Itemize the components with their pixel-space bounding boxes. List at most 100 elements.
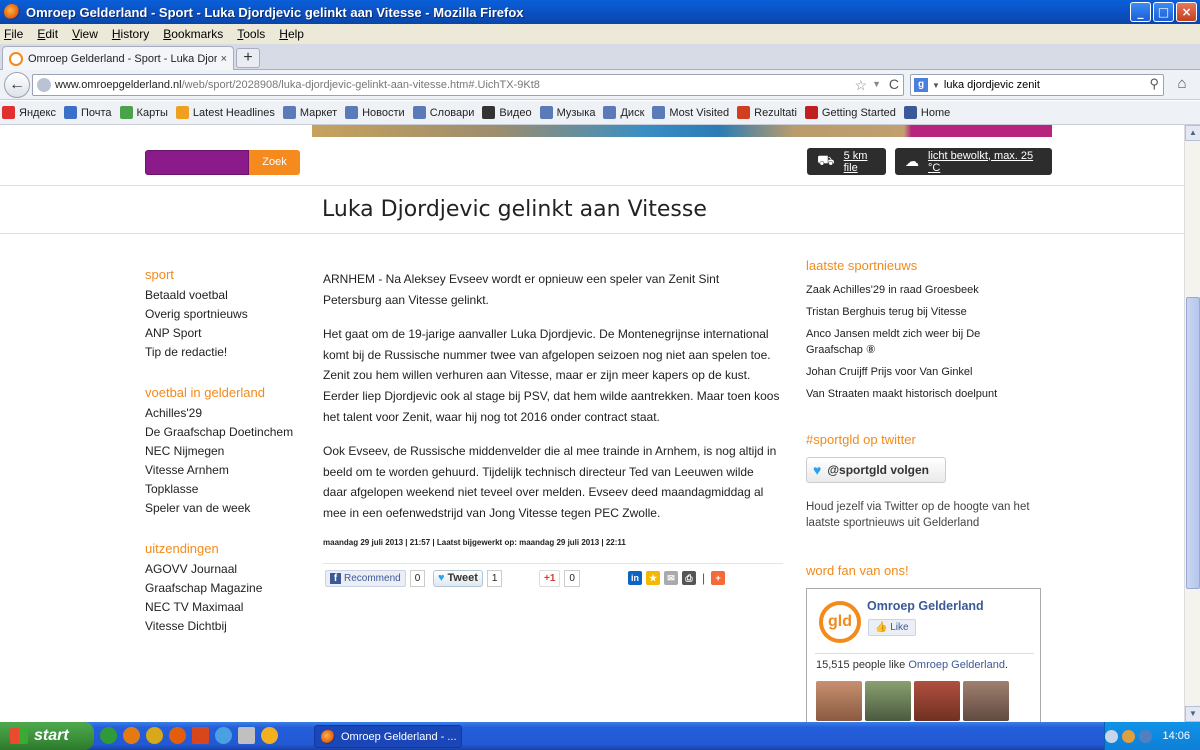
- home-icon[interactable]: ⌂: [1172, 75, 1192, 95]
- nav-item-topklasse[interactable]: Topklasse: [145, 482, 310, 496]
- news-link[interactable]: Tristan Berghuis terug bij Vitesse: [806, 304, 1026, 320]
- traffic-badge[interactable]: ⛟ 5 km file: [807, 148, 886, 175]
- taskbar-firefox-window[interactable]: Omroep Gelderland - ...: [314, 725, 462, 748]
- favorite-icon[interactable]: ★: [646, 571, 660, 585]
- nav-item-anp-sport[interactable]: ANP Sport: [145, 326, 310, 340]
- nav-item-graafschap-magazine[interactable]: Graafschap Magazine: [145, 581, 310, 595]
- tab-omroep-gelderland[interactable]: Omroep Gelderland - Sport - Luka Djordje…: [2, 46, 234, 70]
- print-icon[interactable]: ⎙: [682, 571, 696, 585]
- avatar[interactable]: [865, 681, 911, 721]
- email-icon[interactable]: ✉: [664, 571, 678, 585]
- site-search-button[interactable]: Zoek: [249, 150, 300, 175]
- menu-view[interactable]: View: [72, 27, 98, 41]
- article-paragraph: ARNHEM - Na Aleksey Evseev wordt er opni…: [323, 272, 720, 307]
- bookmark-item[interactable]: Карты: [119, 106, 168, 119]
- bookmark-star-icon[interactable]: ☆: [854, 77, 867, 94]
- news-link[interactable]: Johan Cruijff Prijs voor Van Ginkel: [806, 364, 1026, 380]
- facebook-page-name[interactable]: Omroep Gelderland: [867, 599, 984, 613]
- weather-text[interactable]: licht bewolkt, max. 25 °C: [928, 150, 1042, 174]
- scroll-down-arrow[interactable]: ▼: [1185, 706, 1200, 722]
- google-plus-button[interactable]: +1: [539, 569, 561, 587]
- scroll-up-arrow[interactable]: ▲: [1185, 125, 1200, 141]
- avatar[interactable]: [816, 681, 862, 721]
- traffic-text[interactable]: 5 km file: [844, 150, 876, 174]
- twitter-follow-button[interactable]: ♥ @sportgld volgen: [806, 457, 946, 483]
- nav-item-vitesse-dichtbij[interactable]: Vitesse Dichtbij: [145, 619, 310, 633]
- gld-logo[interactable]: gld: [819, 601, 861, 643]
- nav-item-de-graafschap[interactable]: De Graafschap Doetinchem: [145, 425, 310, 439]
- start-button[interactable]: start: [0, 722, 94, 750]
- menu-help[interactable]: Help: [279, 27, 304, 41]
- bookmark-item[interactable]: Most Visited: [652, 106, 729, 119]
- weather-badge[interactable]: ☁ licht bewolkt, max. 25 °C: [895, 148, 1052, 175]
- ie-icon[interactable]: [215, 727, 232, 744]
- google-icon[interactable]: g: [914, 78, 928, 92]
- search-input[interactable]: [943, 79, 1144, 91]
- firefox-icon[interactable]: [169, 727, 186, 744]
- menu-history[interactable]: History: [112, 27, 149, 41]
- search-engine-dropdown-icon[interactable]: ▼: [932, 81, 940, 90]
- chrome-icon[interactable]: [146, 727, 163, 744]
- quicklaunch-app-icon[interactable]: [123, 727, 140, 744]
- nav-item-speler-van-de-week[interactable]: Speler van de week: [145, 501, 310, 515]
- bookmark-item[interactable]: Home: [903, 106, 950, 119]
- bookmark-item[interactable]: Видео: [482, 106, 532, 119]
- avatar[interactable]: [914, 681, 960, 721]
- avatar[interactable]: [963, 681, 1009, 721]
- url-text[interactable]: www.omroepgelderland.nl/web/sport/202890…: [55, 79, 540, 91]
- bookmark-item[interactable]: Новости: [345, 106, 405, 119]
- minimize-button[interactable]: _: [1130, 2, 1151, 22]
- tab-close-icon[interactable]: ×: [221, 53, 227, 65]
- quick-launch: [100, 727, 278, 744]
- menu-file[interactable]: File: [4, 27, 23, 41]
- news-link[interactable]: Van Straaten maakt historisch doelpunt: [806, 386, 1026, 402]
- facebook-recommend-button[interactable]: f Recommend: [325, 569, 406, 587]
- vertical-scrollbar[interactable]: ▲ ▼: [1184, 125, 1200, 722]
- bookmark-item[interactable]: Getting Started: [804, 106, 896, 119]
- reload-icon[interactable]: C: [889, 76, 899, 92]
- facebook-like-button[interactable]: 👍 Like: [868, 619, 916, 636]
- quicklaunch-app-icon[interactable]: [100, 727, 117, 744]
- bookmark-item[interactable]: Rezultati: [737, 106, 797, 119]
- menu-bookmarks[interactable]: Bookmarks: [163, 27, 223, 41]
- media-player-icon[interactable]: [261, 727, 278, 744]
- news-link[interactable]: Zaak Achilles'29 in raad Groesbeek: [806, 282, 1026, 298]
- site-search-input[interactable]: [145, 150, 249, 175]
- nav-item-agovv-journaal[interactable]: AGOVV Journaal: [145, 562, 310, 576]
- nav-item-nec-nijmegen[interactable]: NEC Nijmegen: [145, 444, 310, 458]
- nav-item-vitesse-arnhem[interactable]: Vitesse Arnhem: [145, 463, 310, 477]
- menu-tools[interactable]: Tools: [237, 27, 265, 41]
- back-button[interactable]: ←: [4, 72, 30, 98]
- bookmark-item[interactable]: Музыка: [539, 106, 595, 119]
- tweet-button[interactable]: ♥ Tweet: [433, 569, 483, 587]
- bookmark-item[interactable]: Словари: [412, 106, 474, 119]
- nav-item-tip-de-redactie[interactable]: Tip de redactie!: [145, 345, 310, 359]
- url-dropdown-icon[interactable]: ▼: [872, 79, 881, 89]
- close-button[interactable]: ×: [1176, 2, 1197, 22]
- quicklaunch-app-icon[interactable]: [192, 727, 209, 744]
- nav-item-achilles29[interactable]: Achilles'29: [145, 406, 310, 420]
- tray-icon[interactable]: [1105, 729, 1119, 743]
- maximize-button[interactable]: □: [1153, 2, 1174, 22]
- bookmark-item[interactable]: Latest Headlines: [175, 106, 275, 119]
- nav-item-overig-sportnieuws[interactable]: Overig sportnieuws: [145, 307, 310, 321]
- search-icon[interactable]: ⚲: [1149, 76, 1159, 92]
- bookmark-item[interactable]: Яндекс: [2, 106, 56, 119]
- bookmark-item[interactable]: Почта: [64, 106, 112, 119]
- bookmark-item[interactable]: Маркет: [282, 106, 337, 119]
- nav-item-nec-tv-maximaal[interactable]: NEC TV Maximaal: [145, 600, 310, 614]
- nav-item-betaald-voetbal[interactable]: Betaald voetbal: [145, 288, 310, 302]
- url-bar[interactable]: www.omroepgelderland.nl/web/sport/202890…: [32, 74, 904, 96]
- fb-count-page-link[interactable]: Omroep Gelderland: [908, 659, 1005, 671]
- new-tab-button[interactable]: +: [236, 48, 260, 68]
- more-share-icon[interactable]: +: [711, 571, 726, 585]
- tray-icon[interactable]: [1139, 729, 1153, 743]
- linkedin-icon[interactable]: in: [628, 571, 642, 585]
- search-bar[interactable]: g ▼ ⚲: [910, 74, 1164, 96]
- tray-icon[interactable]: [1122, 729, 1136, 743]
- scroll-thumb[interactable]: [1186, 297, 1200, 589]
- menu-edit[interactable]: Edit: [37, 27, 58, 41]
- bookmark-item[interactable]: Диск: [603, 106, 644, 119]
- news-link[interactable]: Anco Jansen meldt zich weer bij De Graaf…: [806, 326, 1026, 358]
- quicklaunch-app-icon[interactable]: [238, 727, 255, 744]
